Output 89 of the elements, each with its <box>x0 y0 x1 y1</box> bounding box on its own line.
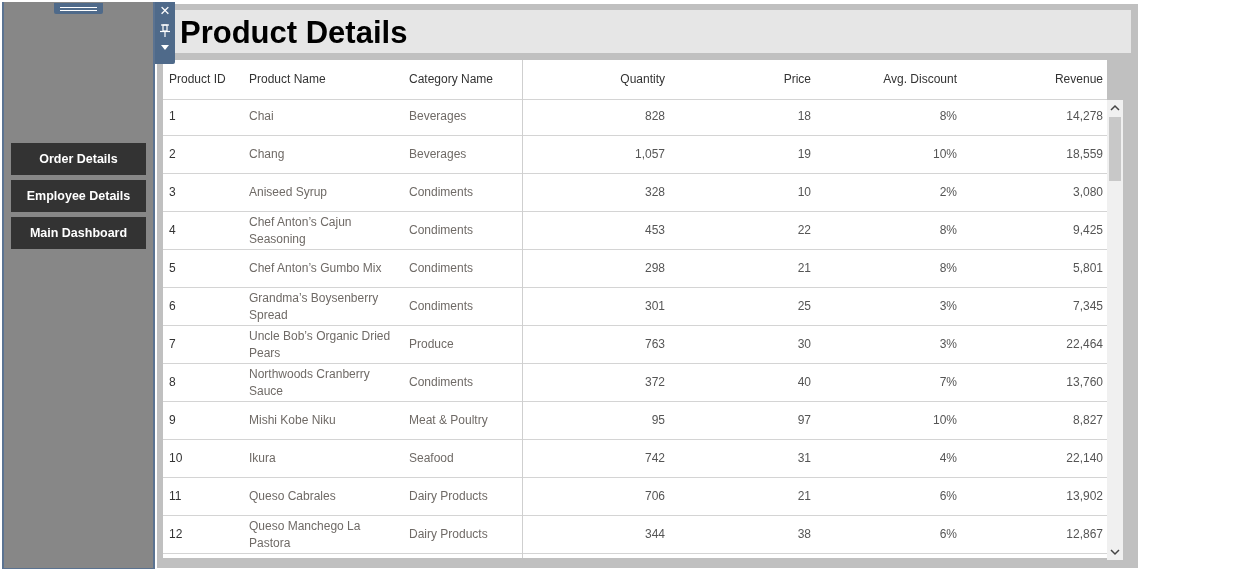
table-cell: 21 <box>669 478 815 516</box>
table-cell: Ikura <box>249 440 409 478</box>
table-cell: 298 <box>523 250 669 288</box>
table-cell: 328 <box>523 174 669 212</box>
table-cell: 22 <box>669 212 815 250</box>
table-cell: 344 <box>523 516 669 554</box>
table-cell: 10 <box>163 440 249 478</box>
column-header[interactable]: Avg. Discount <box>815 60 961 100</box>
table-cell: Condiments <box>409 212 523 250</box>
table-cell: Mishi Kobe Niku <box>249 402 409 440</box>
table-cell: 19 <box>669 136 815 174</box>
table-cell: 21 <box>669 250 815 288</box>
table-cell: 95 <box>523 402 669 440</box>
table-cell: Dairy Products <box>409 516 523 554</box>
table-cell: Beverages <box>409 98 523 136</box>
table-cell: 2% <box>815 174 961 212</box>
table-cell: 18 <box>669 98 815 136</box>
table-cell: Uncle Bob’s Organic Dried Pears <box>249 326 409 364</box>
table-cell: 4% <box>815 440 961 478</box>
nav-button[interactable]: Main Dashboard <box>11 217 146 249</box>
table-cell: Condiments <box>409 364 523 402</box>
table-cell: 8% <box>815 250 961 288</box>
table-cell: Northwoods Cranberry Sauce <box>249 364 409 402</box>
pin-icon[interactable] <box>160 24 170 38</box>
table-cell: 3 <box>163 174 249 212</box>
table-cell: 97 <box>669 402 815 440</box>
nav-button[interactable]: Employee Details <box>11 180 146 212</box>
column-header[interactable]: Revenue <box>961 60 1107 100</box>
table-cell: Chai <box>249 98 409 136</box>
table-cell: 30 <box>669 326 815 364</box>
table-cell: 10 <box>669 174 815 212</box>
table-cell: 10% <box>815 402 961 440</box>
table-cell: 9 <box>163 402 249 440</box>
column-header[interactable]: Price <box>669 60 815 100</box>
table-cell: 6% <box>815 516 961 554</box>
column-header[interactable]: Category Name <box>409 60 523 100</box>
table-cell: 1 <box>163 98 249 136</box>
table-cell: Condiments <box>409 288 523 326</box>
table-cell: 11 <box>163 478 249 516</box>
table-cell: Chef Anton’s Gumbo Mix <box>249 250 409 288</box>
table-cell: 3% <box>815 288 961 326</box>
table-cell: 706 <box>523 478 669 516</box>
scroll-thumb[interactable] <box>1109 117 1121 181</box>
scroll-up-icon[interactable] <box>1110 104 1120 111</box>
table-cell: 31 <box>669 440 815 478</box>
table-cell: 12 <box>163 516 249 554</box>
table-cell: Meat & Poultry <box>409 402 523 440</box>
table-cell: Chef Anton’s Cajun Seasoning <box>249 212 409 250</box>
table-cell: 6% <box>815 478 961 516</box>
column-header[interactable]: Product ID <box>163 60 249 100</box>
table-cell: 8% <box>815 212 961 250</box>
column-header[interactable]: Product Name <box>249 60 409 100</box>
table-cell: 8% <box>815 98 961 136</box>
table-cell: 8 <box>163 364 249 402</box>
table-cell: Chang <box>249 136 409 174</box>
table-cell: 1,057 <box>523 136 669 174</box>
table-cell: Dairy Products <box>409 478 523 516</box>
table-cell: 4 <box>163 212 249 250</box>
table-cell: 38 <box>669 516 815 554</box>
table-cell: Produce <box>409 326 523 364</box>
dropdown-caret-icon[interactable] <box>161 45 169 50</box>
table-cell: 40 <box>669 364 815 402</box>
table-cell: 5 <box>163 250 249 288</box>
table-cell: 301 <box>523 288 669 326</box>
table-cell: 10% <box>815 136 961 174</box>
scrollbar[interactable] <box>1107 100 1123 560</box>
table-cell: 763 <box>523 326 669 364</box>
table-cell: Queso Cabrales <box>249 478 409 516</box>
table-cell: Condiments <box>409 250 523 288</box>
table-cell: 453 <box>523 212 669 250</box>
table-cell: Aniseed Syrup <box>249 174 409 212</box>
table-cell: 7% <box>815 364 961 402</box>
table-cell: Condiments <box>409 174 523 212</box>
table-cell: 828 <box>523 98 669 136</box>
table-cell: Queso Manchego La Pastora <box>249 516 409 554</box>
table-cell: 6 <box>163 288 249 326</box>
table-cell: 742 <box>523 440 669 478</box>
drag-handle[interactable] <box>54 3 103 14</box>
table-cell: 7 <box>163 326 249 364</box>
column-header[interactable]: Quantity <box>523 60 669 100</box>
table-cell: 25 <box>669 288 815 326</box>
table-cell: 2 <box>163 136 249 174</box>
table-cell: 3% <box>815 326 961 364</box>
table-cell: Grandma’s Boysenberry Spread <box>249 288 409 326</box>
table-cell: 372 <box>523 364 669 402</box>
table-cell: Seafood <box>409 440 523 478</box>
table-cell: Beverages <box>409 136 523 174</box>
scroll-down-icon[interactable] <box>1110 549 1120 556</box>
nav-button[interactable]: Order Details <box>11 143 146 175</box>
